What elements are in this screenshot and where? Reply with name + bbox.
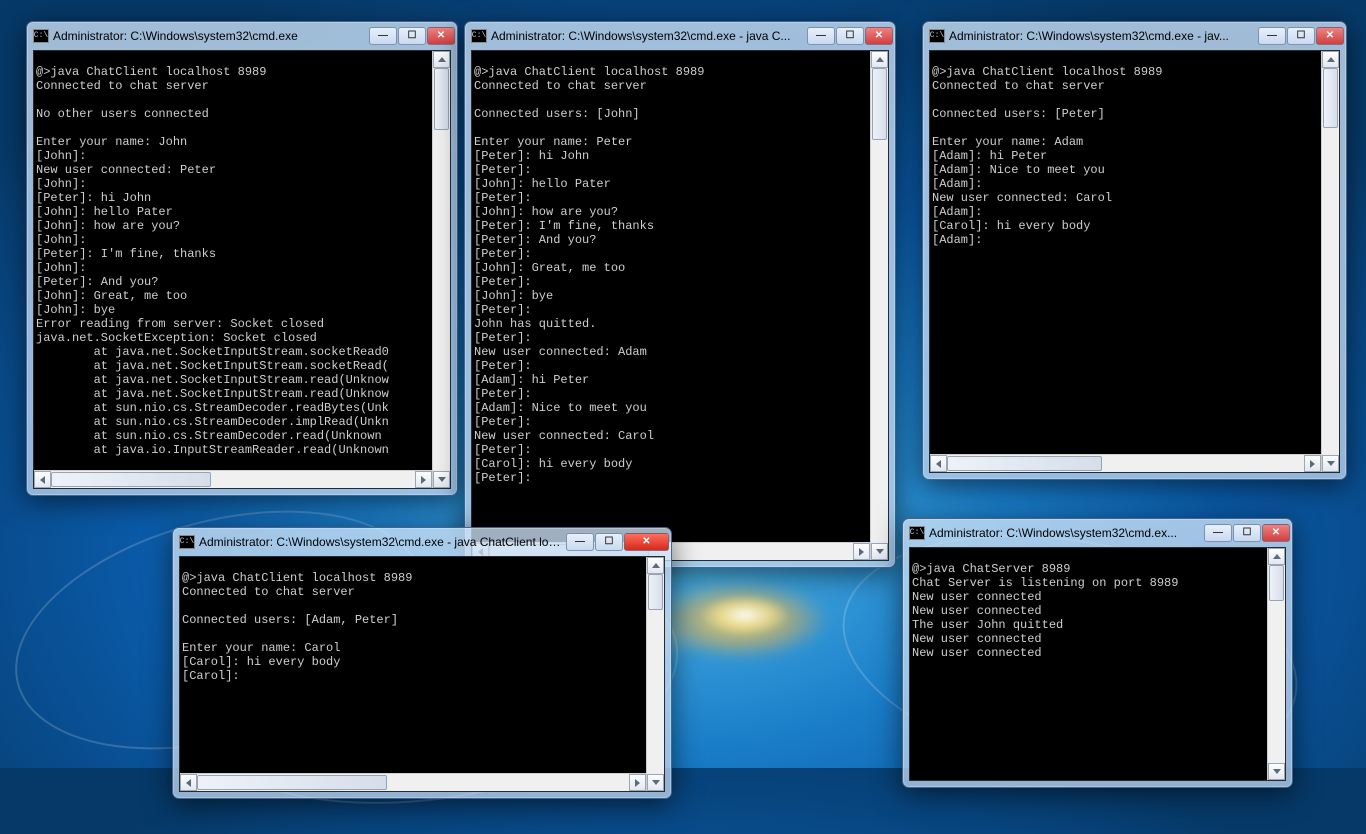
scroll-thumb[interactable]	[197, 775, 387, 790]
window-title: Administrator: C:\Windows\system32\cmd.e…	[929, 526, 1199, 540]
vertical-scrollbar[interactable]	[646, 557, 664, 791]
minimize-button[interactable]: —	[1258, 27, 1286, 45]
close-button[interactable]: ✕	[865, 27, 893, 45]
terminal-area: @>java ChatServer 8989 Chat Server is li…	[909, 547, 1286, 781]
terminal-area: @>java ChatClient localhost 8989 Connect…	[33, 50, 451, 489]
scroll-up-button[interactable]	[647, 557, 664, 574]
minimize-button[interactable]: —	[1204, 524, 1232, 542]
minimize-button[interactable]: —	[807, 27, 835, 45]
window-titlebar[interactable]: C:\ Administrator: C:\Windows\system32\c…	[465, 22, 895, 50]
scroll-thumb[interactable]	[947, 456, 1102, 471]
scroll-down-button[interactable]	[433, 471, 450, 488]
window-buttons: — ☐ ✕	[1257, 27, 1344, 45]
scroll-thumb[interactable]	[1269, 565, 1284, 601]
cmd-window-w1[interactable]: C:\ Administrator: C:\Windows\system32\c…	[26, 21, 458, 496]
window-buttons: — ☐ ✕	[565, 533, 669, 551]
window-title: Administrator: C:\Windows\system32\cmd.e…	[199, 535, 561, 549]
cmd-window-w2[interactable]: C:\ Administrator: C:\Windows\system32\c…	[464, 21, 896, 568]
scroll-right-button[interactable]	[629, 774, 646, 791]
cmd-icon: C:\	[33, 29, 49, 43]
cmd-window-w4[interactable]: C:\ Administrator: C:\Windows\system32\c…	[172, 527, 672, 799]
horizontal-scrollbar[interactable]	[930, 454, 1321, 472]
terminal-area: @>java ChatClient localhost 8989 Connect…	[929, 50, 1340, 473]
scroll-left-button[interactable]	[930, 455, 947, 472]
vertical-scrollbar[interactable]	[1267, 548, 1285, 780]
window-title: Administrator: C:\Windows\system32\cmd.e…	[53, 29, 364, 43]
maximize-button[interactable]: ☐	[1233, 524, 1261, 542]
scroll-down-button[interactable]	[1268, 763, 1285, 780]
window-titlebar[interactable]: C:\ Administrator: C:\Windows\system32\c…	[903, 519, 1292, 547]
scroll-right-button[interactable]	[853, 543, 870, 560]
terminal-output[interactable]: @>java ChatClient localhost 8989 Connect…	[34, 63, 432, 458]
vertical-scrollbar[interactable]	[432, 51, 450, 488]
scroll-down-button[interactable]	[647, 774, 664, 791]
window-buttons: — ☐ ✕	[368, 27, 455, 45]
vertical-scrollbar[interactable]	[870, 51, 888, 560]
scroll-thumb[interactable]	[1323, 68, 1338, 128]
close-button[interactable]: ✕	[1262, 524, 1290, 542]
terminal-output[interactable]: @>java ChatClient localhost 8989 Connect…	[472, 63, 870, 530]
terminal-area: @>java ChatClient localhost 8989 Connect…	[179, 556, 665, 792]
window-title: Administrator: C:\Windows\system32\cmd.e…	[491, 29, 802, 43]
maximize-button[interactable]: ☐	[836, 27, 864, 45]
scroll-thumb[interactable]	[648, 574, 663, 610]
window-titlebar[interactable]: C:\ Administrator: C:\Windows\system32\c…	[923, 22, 1346, 50]
vertical-scrollbar[interactable]	[1321, 51, 1339, 472]
cmd-window-w5[interactable]: C:\ Administrator: C:\Windows\system32\c…	[902, 518, 1293, 788]
scroll-up-button[interactable]	[433, 51, 450, 68]
cmd-icon: C:\	[471, 29, 487, 43]
scroll-thumb[interactable]	[51, 472, 211, 487]
window-title: Administrator: C:\Windows\system32\cmd.e…	[949, 29, 1253, 43]
scroll-down-button[interactable]	[1322, 455, 1339, 472]
terminal-output[interactable]: @>java ChatClient localhost 8989 Connect…	[930, 63, 1321, 442]
window-titlebar[interactable]: C:\ Administrator: C:\Windows\system32\c…	[173, 528, 671, 556]
maximize-button[interactable]: ☐	[595, 533, 623, 551]
terminal-output[interactable]: @>java ChatClient localhost 8989 Connect…	[180, 569, 646, 761]
cmd-icon: C:\	[929, 29, 945, 43]
scroll-left-button[interactable]	[34, 471, 51, 488]
close-button[interactable]: ✕	[1316, 27, 1344, 45]
maximize-button[interactable]: ☐	[398, 27, 426, 45]
scroll-right-button[interactable]	[1304, 455, 1321, 472]
window-buttons: — ☐ ✕	[806, 27, 893, 45]
minimize-button[interactable]: —	[369, 27, 397, 45]
window-titlebar[interactable]: C:\ Administrator: C:\Windows\system32\c…	[27, 22, 457, 50]
window-buttons: — ☐ ✕	[1203, 524, 1290, 542]
close-button[interactable]: ✕	[624, 533, 669, 551]
horizontal-scrollbar[interactable]	[180, 773, 646, 791]
close-button[interactable]: ✕	[427, 27, 455, 45]
scroll-down-button[interactable]	[871, 543, 888, 560]
desktop-light-flare	[700, 595, 790, 635]
horizontal-scrollbar[interactable]	[34, 470, 432, 488]
cmd-window-w3[interactable]: C:\ Administrator: C:\Windows\system32\c…	[922, 21, 1347, 480]
scroll-thumb[interactable]	[434, 68, 449, 130]
scroll-left-button[interactable]	[180, 774, 197, 791]
maximize-button[interactable]: ☐	[1287, 27, 1315, 45]
scroll-up-button[interactable]	[1268, 548, 1285, 565]
cmd-icon: C:\	[909, 526, 925, 540]
terminal-area: @>java ChatClient localhost 8989 Connect…	[471, 50, 889, 561]
scroll-up-button[interactable]	[1322, 51, 1339, 68]
scroll-thumb[interactable]	[872, 68, 887, 140]
scroll-up-button[interactable]	[871, 51, 888, 68]
terminal-output[interactable]: @>java ChatServer 8989 Chat Server is li…	[910, 560, 1267, 768]
cmd-icon: C:\	[179, 535, 195, 549]
desktop-light-flare	[650, 580, 830, 660]
scroll-right-button[interactable]	[415, 471, 432, 488]
minimize-button[interactable]: —	[566, 533, 594, 551]
